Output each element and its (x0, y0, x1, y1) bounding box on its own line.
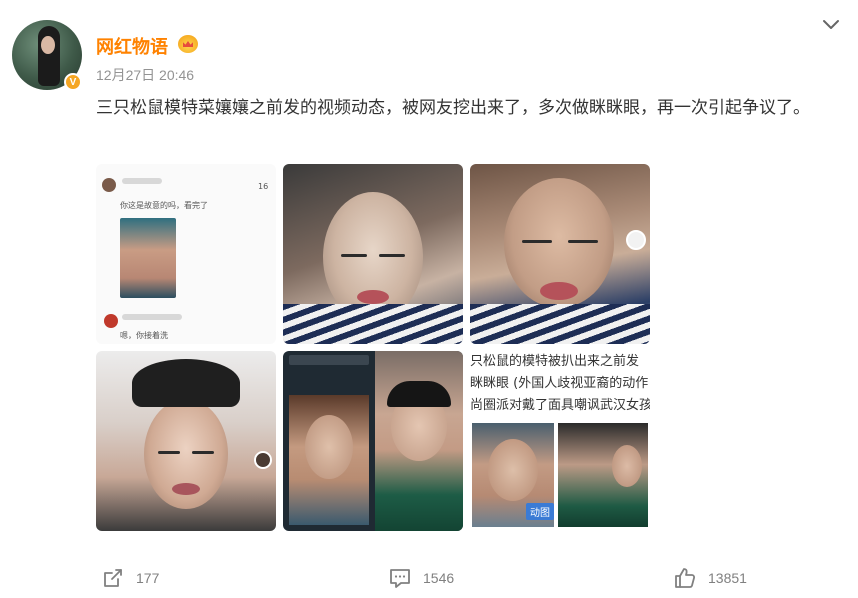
hair (387, 381, 451, 407)
caption-line-3: 尚圈派对戴了面具嘲讽武汉女孩 (470, 398, 650, 413)
chat-comment-2: 嗯，你接着洗 (120, 331, 168, 340)
hair (132, 359, 240, 407)
like-button[interactable]: 13851 (674, 566, 747, 590)
lips (357, 290, 389, 304)
inner-photo (120, 218, 176, 298)
profile-icon (254, 451, 272, 469)
avatar-face (41, 36, 55, 54)
video-search-bar (289, 355, 369, 365)
eye (341, 254, 367, 257)
face (488, 439, 538, 501)
face (612, 445, 642, 487)
verified-icon: V (64, 73, 82, 91)
comment-count: 1546 (423, 570, 455, 586)
chat-line (122, 178, 162, 184)
post-image-2[interactable] (283, 164, 463, 344)
caption-line-1: 只松鼠的模特被扒出来之前发 (470, 354, 640, 369)
chat-avatar (104, 314, 118, 328)
chevron-down-icon[interactable] (821, 14, 841, 34)
like-count: 13851 (708, 570, 747, 586)
post-text: 三只松鼠模特菜孃孃之前发的视频动态，被网友挖出来了，多次做眯眯眼，再一次引起争议… (96, 98, 810, 118)
lips (172, 483, 200, 495)
chat-line (122, 314, 182, 320)
like-icon (675, 568, 696, 588)
face (305, 415, 353, 479)
timestamp[interactable]: 12月27日 20:46 (96, 65, 194, 85)
repost-count: 177 (136, 570, 160, 586)
post-image-3[interactable] (470, 164, 650, 344)
striped-shirt (470, 304, 650, 344)
post-image-1[interactable]: 16 你这是故意的吗，看完了 嗯，你接着洗 (96, 164, 276, 344)
eye (379, 254, 405, 257)
avatar-hair (38, 26, 60, 86)
gif-badge: 动图 (526, 503, 554, 520)
profile-icon (626, 230, 646, 250)
chat-comment-1: 你这是故意的吗，看完了 (120, 201, 208, 210)
eye (568, 240, 598, 243)
post-image-6[interactable]: 只松鼠的模特被扒出来之前发 眯眯眼 (外国人歧视亚裔的动作 尚圈派对戴了面具嘲讽… (470, 351, 650, 531)
image-caption: 只松鼠的模特被扒出来之前发 眯眯眼 (外国人歧视亚裔的动作 尚圈派对戴了面具嘲讽… (470, 351, 650, 417)
chat-count: 16 (258, 182, 269, 191)
lips (540, 282, 578, 300)
repost-icon (104, 569, 122, 587)
post-image-4[interactable] (96, 351, 276, 531)
repost-button[interactable]: 177 (102, 566, 159, 590)
eye (158, 451, 180, 454)
post-image-5[interactable] (283, 351, 463, 531)
eye (522, 240, 552, 243)
crown-icon[interactable] (178, 35, 198, 53)
comment-icon (390, 569, 410, 588)
chat-avatar (102, 178, 116, 192)
comment-button[interactable]: 1546 (389, 566, 454, 590)
striped-shirt (283, 304, 463, 344)
caption-line-2: 眯眯眼 (外国人歧视亚裔的动作 (470, 376, 649, 391)
username[interactable]: 网红物语 (96, 33, 168, 59)
eye (192, 451, 214, 454)
